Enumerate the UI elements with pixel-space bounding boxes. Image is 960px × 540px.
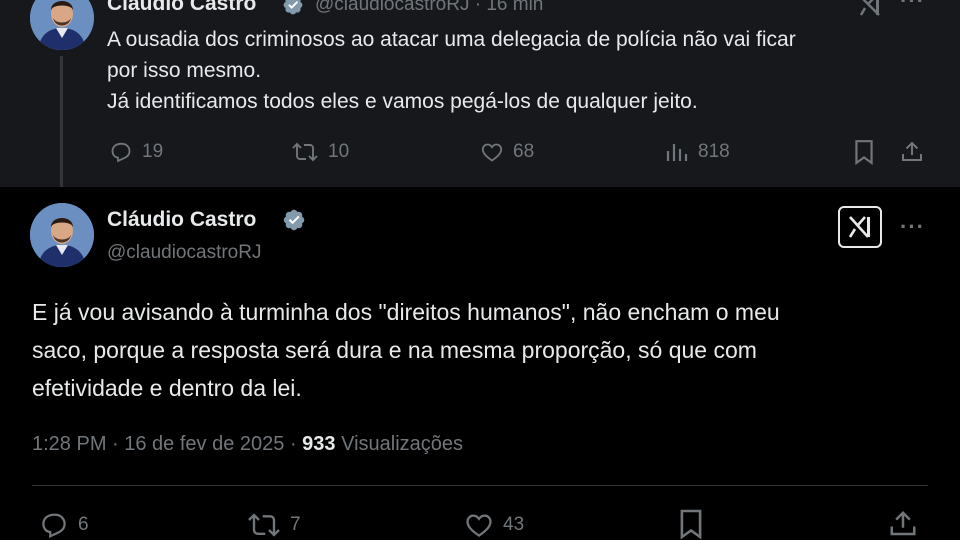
bookmark-icon[interactable] [678, 508, 704, 540]
handle[interactable]: @claudiocastroRJ [107, 242, 261, 264]
tweet-line: Já identificamos todos eles e vamos pegá… [107, 90, 698, 113]
views-label: Visualizações [341, 433, 464, 455]
repost-count: 10 [328, 141, 350, 162]
handle-and-time[interactable]: @claudiocastroRJ · 16 min [315, 0, 543, 16]
author-name[interactable]: Cláudio Castro [107, 0, 256, 16]
like-icon [481, 143, 503, 162]
thread-connector [60, 56, 63, 198]
tweet-line: saco, porque a resposta será dura e na m… [32, 337, 757, 363]
like-count: 68 [513, 141, 535, 162]
reply-icon [111, 142, 131, 163]
divider [32, 485, 928, 486]
tweet-text: E já vou avisando à turminha dos "direit… [32, 293, 780, 407]
views-button[interactable]: 818 [664, 140, 730, 164]
tweet-line: E já vou avisando à turminha dos "direit… [32, 299, 780, 325]
reply-icon [42, 513, 66, 539]
grok-icon [848, 216, 870, 238]
timestamp[interactable]: 1:28 PM · 16 de fev de 2025 · [32, 433, 297, 455]
like-button[interactable]: 68 [479, 140, 534, 164]
verified-badge-icon [283, 0, 303, 15]
like-count: 43 [503, 514, 525, 535]
author-name[interactable]: Cláudio Castro [107, 208, 256, 232]
like-button[interactable]: 43 [463, 510, 524, 540]
previous-tweet[interactable]: Cláudio Castro @claudiocastroRJ · 16 min… [0, 0, 960, 187]
verified-badge-icon [283, 209, 305, 231]
repost-count: 7 [290, 514, 301, 535]
views-count: 818 [698, 141, 730, 162]
like-icon [466, 514, 492, 538]
repost-button[interactable]: 7 [246, 510, 301, 540]
tweet-line: A ousadia dos criminosos ao atacar uma d… [107, 28, 796, 51]
reply-button[interactable]: 19 [108, 140, 163, 164]
reply-count: 19 [142, 141, 164, 162]
bookmark-icon[interactable] [853, 139, 875, 165]
reply-count: 6 [78, 514, 89, 535]
avatar[interactable] [30, 203, 94, 267]
reply-button[interactable]: 6 [38, 510, 89, 540]
repost-icon [248, 513, 280, 537]
grok-icon[interactable] [858, 0, 882, 16]
avatar[interactable] [30, 0, 94, 50]
tweet-text: A ousadia dos criminosos ao atacar uma d… [107, 24, 796, 117]
views-icon [666, 144, 688, 161]
tweet-line: por isso mesmo. [107, 59, 262, 82]
more-icon[interactable]: ··· [900, 214, 925, 240]
tweet-meta: 1:28 PM · 16 de fev de 2025 · 933 Visual… [32, 433, 463, 456]
grok-button[interactable] [838, 206, 882, 248]
more-icon[interactable]: ··· [900, 0, 925, 14]
share-icon[interactable] [888, 508, 918, 540]
views-count: 933 [302, 433, 336, 455]
share-icon[interactable] [900, 139, 924, 165]
tweet-line: efetividade e dentro da lei. [32, 375, 302, 401]
repost-button[interactable]: 10 [290, 140, 349, 164]
repost-icon [292, 142, 318, 162]
